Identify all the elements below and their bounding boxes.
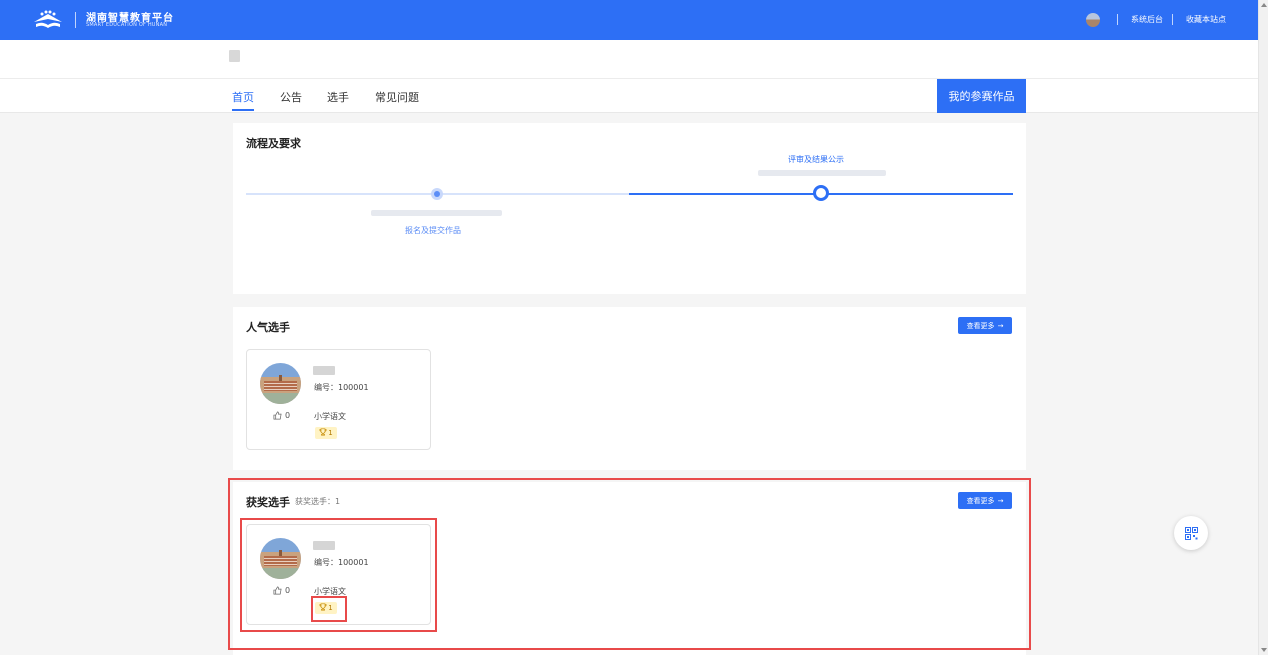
page-scrollbar[interactable] — [1258, 0, 1268, 655]
divider — [0, 78, 1258, 79]
active-tab-indicator — [232, 109, 254, 111]
step-done-dot-icon — [431, 188, 443, 200]
qr-code-float-button[interactable] — [1174, 516, 1208, 550]
platform-subtitle: SMART EDUCATION OF HUNAN — [86, 22, 168, 28]
trophy-icon — [319, 428, 327, 438]
header-divider — [1117, 14, 1118, 25]
process-card — [233, 123, 1026, 294]
player-id: 编号：100001 — [314, 383, 369, 392]
admin-backend-link[interactable]: 系统后台 — [1131, 14, 1163, 25]
tab-players[interactable]: 选手 — [327, 89, 349, 105]
step-date-redacted — [758, 170, 886, 176]
player-subject: 小学语文 — [314, 412, 346, 421]
bookmark-site-link[interactable]: 收藏本站点 — [1186, 14, 1226, 25]
my-works-button[interactable]: 我的参赛作品 — [937, 79, 1026, 113]
step-label-review: 评审及结果公示 — [788, 155, 844, 164]
competition-name-redacted — [229, 50, 240, 62]
award-count: 1 — [328, 429, 333, 437]
logo-divider — [75, 12, 76, 28]
tab-faq[interactable]: 常见问题 — [375, 89, 419, 105]
view-more-label: 查看更多 — [966, 321, 995, 330]
tab-announcements[interactable]: 公告 — [280, 89, 302, 105]
player-avatar — [260, 363, 301, 404]
highlight-award-badge — [311, 596, 347, 622]
like-count: 0 — [285, 411, 291, 420]
step-current-dot-icon — [813, 185, 829, 201]
player-card[interactable]: 编号：100001 0 小学语文 1 — [246, 349, 431, 450]
arrow-right-icon: → — [997, 321, 1004, 330]
tab-home[interactable]: 首页 — [232, 89, 254, 105]
top-header: 湖南智慧教育平台 SMART EDUCATION OF HUNAN 系统后台 收… — [0, 0, 1258, 40]
popular-view-more-button[interactable]: 查看更多 → — [958, 317, 1012, 334]
popular-players-title: 人气选手 — [246, 321, 290, 334]
scroll-up-arrow-icon[interactable] — [1261, 3, 1267, 7]
qr-code-icon — [1184, 526, 1198, 540]
like-counter[interactable]: 0 — [273, 411, 290, 420]
step-label-submit: 报名及提交作品 — [405, 226, 461, 235]
user-avatar[interactable] — [1086, 13, 1100, 27]
competition-header: 首页 公告 选手 常见问题 我的参赛作品 — [0, 40, 1258, 113]
platform-logo-icon — [34, 10, 62, 28]
process-title: 流程及要求 — [246, 137, 301, 150]
scroll-down-arrow-icon[interactable] — [1261, 648, 1267, 652]
step-date-redacted — [371, 210, 502, 216]
thumbs-up-icon[interactable] — [273, 411, 282, 420]
award-badge: 1 — [315, 427, 337, 439]
header-divider — [1172, 14, 1173, 25]
player-name-redacted — [313, 366, 335, 375]
